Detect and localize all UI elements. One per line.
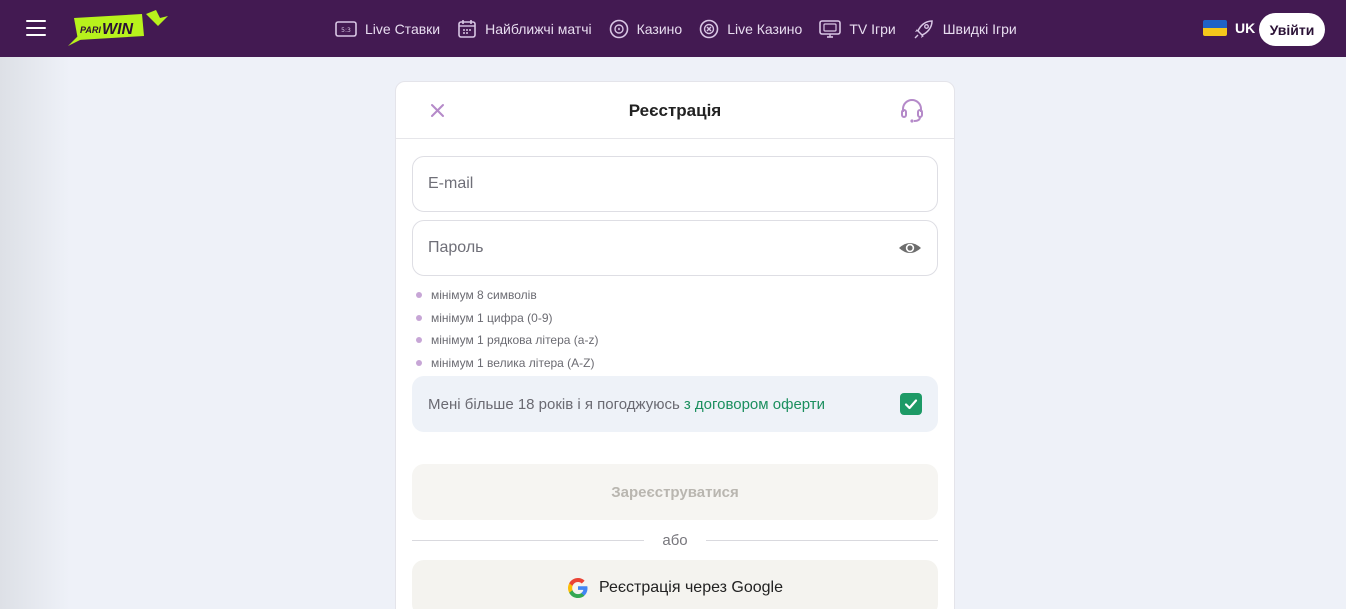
agreement-checkbox[interactable] bbox=[900, 393, 922, 415]
ukraine-flag-icon bbox=[1203, 20, 1227, 36]
password-rules: мінімум 8 символів мінімум 1 цифра (0-9)… bbox=[416, 284, 598, 374]
language-code: UK bbox=[1235, 20, 1256, 36]
checkmark-icon bbox=[904, 399, 918, 410]
password-rule: мінімум 8 символів bbox=[416, 284, 598, 307]
casino-chip-icon bbox=[609, 19, 628, 38]
nav-live-casino[interactable]: Live Казино bbox=[699, 19, 802, 39]
nav-casino[interactable]: Казино bbox=[609, 19, 683, 39]
eye-icon[interactable] bbox=[898, 238, 922, 258]
rocket-icon bbox=[914, 19, 933, 38]
bullet-icon bbox=[416, 337, 422, 344]
modal-header: Реєстрація bbox=[396, 82, 954, 139]
password-field[interactable] bbox=[412, 220, 938, 276]
register-button[interactable]: Зареєструватися bbox=[412, 464, 938, 520]
rule-text: мінімум 8 символів bbox=[431, 288, 537, 303]
rule-text: мінімум 1 цифра (0-9) bbox=[431, 310, 553, 325]
bullet-icon bbox=[416, 292, 422, 299]
main-nav: 5:3 Live Ставки Найближчі матчі Казино L… bbox=[335, 0, 1034, 57]
nav-label: Live Казино bbox=[727, 20, 803, 37]
google-icon bbox=[567, 578, 588, 598]
scoreboard-icon: 5:3 bbox=[335, 20, 357, 37]
nav-upcoming[interactable]: Найближчі матчі bbox=[457, 19, 592, 39]
password-rule: мінімум 1 цифра (0-9) bbox=[416, 307, 598, 330]
top-navbar: PARI WIN 5:3 Live Ставки Найближчі матчі… bbox=[0, 0, 1346, 57]
nav-label: Найближчі матчі bbox=[485, 20, 592, 37]
rule-text: мінімум 1 велика літера (A-Z) bbox=[431, 355, 595, 370]
offer-agreement-link[interactable]: з договором оферти bbox=[684, 396, 825, 413]
nav-label: Live Ставки bbox=[365, 20, 441, 37]
or-divider: або bbox=[412, 530, 938, 550]
password-rule: мінімум 1 велика літера (A-Z) bbox=[416, 352, 598, 375]
bullet-icon bbox=[416, 314, 422, 321]
svg-text:WIN: WIN bbox=[102, 21, 134, 38]
agreement-text: Мені більше 18 років і я погоджуюсь bbox=[428, 395, 680, 413]
password-input[interactable] bbox=[428, 221, 868, 275]
nav-fast-games[interactable]: Швидкі Ігри bbox=[913, 19, 1017, 39]
rule-text: мінімум 1 рядкова літера (a-z) bbox=[431, 333, 599, 348]
google-label: Реєстрація через Google bbox=[598, 579, 784, 596]
nav-label: Швидкі Ігри bbox=[942, 20, 1017, 37]
bullet-icon bbox=[416, 359, 422, 366]
nav-label: TV Ігри bbox=[849, 20, 896, 37]
google-register-button[interactable]: Реєстрація через Google bbox=[412, 560, 938, 609]
registration-modal: Реєстрація мінімум 8 символів мінімум 1 … bbox=[395, 81, 955, 609]
menu-burger-icon[interactable] bbox=[26, 20, 46, 36]
calendar-icon bbox=[458, 19, 476, 38]
age-agreement: Мені більше 18 років і я погоджуюсь з до… bbox=[412, 376, 938, 432]
support-headset-icon[interactable] bbox=[899, 98, 925, 124]
email-field[interactable] bbox=[412, 156, 938, 212]
live-casino-icon bbox=[699, 19, 719, 38]
nav-label: Казино bbox=[636, 20, 683, 37]
nav-live-bets[interactable]: 5:3 Live Ставки bbox=[335, 20, 440, 38]
password-rule: мінімум 1 рядкова літера (a-z) bbox=[416, 329, 598, 352]
left-shade bbox=[0, 57, 70, 609]
tv-icon bbox=[819, 19, 842, 38]
login-button[interactable]: Увійти bbox=[1259, 13, 1325, 46]
email-input[interactable] bbox=[428, 157, 868, 211]
pariwin-logo[interactable]: PARI WIN bbox=[64, 8, 170, 48]
nav-tv-games[interactable]: TV Ігри bbox=[819, 19, 896, 39]
language-selector[interactable]: UK bbox=[1203, 20, 1255, 36]
svg-text:PARI: PARI bbox=[80, 25, 101, 35]
modal-title: Реєстрація bbox=[628, 101, 722, 120]
svg-text:5:3: 5:3 bbox=[341, 27, 351, 34]
